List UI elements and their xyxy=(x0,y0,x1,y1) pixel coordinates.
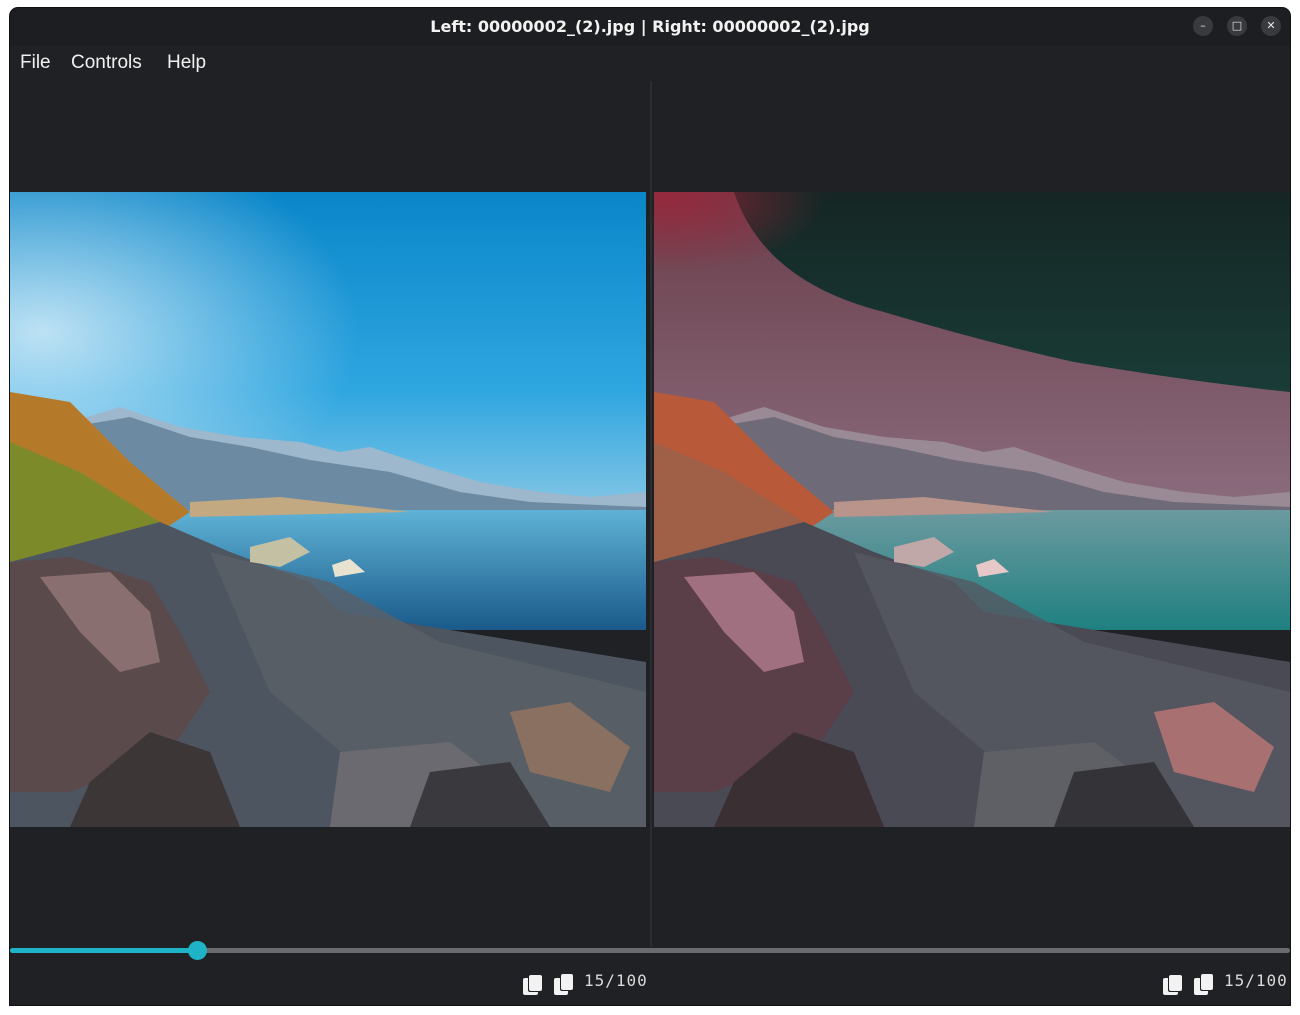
pane-divider[interactable] xyxy=(650,81,652,947)
menu-file[interactable]: File xyxy=(20,52,51,74)
left-image xyxy=(10,192,646,827)
image-slider-fill xyxy=(10,948,197,953)
copy-icon[interactable] xyxy=(1193,972,1217,1000)
left-image-counter: 15/100 xyxy=(584,971,648,990)
right-status: 15/100 xyxy=(1162,970,1290,998)
image-slider-thumb[interactable] xyxy=(188,941,207,960)
minimize-button[interactable]: – xyxy=(1193,16,1213,36)
menu-controls[interactable]: Controls xyxy=(71,52,142,74)
app-window: Left: 00000002_(2).jpg | Right: 00000002… xyxy=(10,8,1290,1005)
copy-icon[interactable] xyxy=(553,972,577,1000)
image-viewer xyxy=(10,81,1290,947)
maximize-button[interactable]: □ xyxy=(1227,16,1247,36)
close-button[interactable]: ✕ xyxy=(1261,16,1281,36)
left-status: 15/100 xyxy=(522,970,662,998)
right-image-counter: 15/100 xyxy=(1224,971,1288,990)
title-bar[interactable]: Left: 00000002_(2).jpg | Right: 00000002… xyxy=(10,8,1290,45)
right-image xyxy=(654,192,1290,827)
menu-bar: File Controls Help xyxy=(10,45,1290,81)
copy-stack-icon[interactable] xyxy=(1162,972,1186,1000)
copy-stack-icon[interactable] xyxy=(522,972,546,1000)
menu-help[interactable]: Help xyxy=(167,52,206,74)
window-title: Left: 00000002_(2).jpg | Right: 00000002… xyxy=(430,17,870,36)
